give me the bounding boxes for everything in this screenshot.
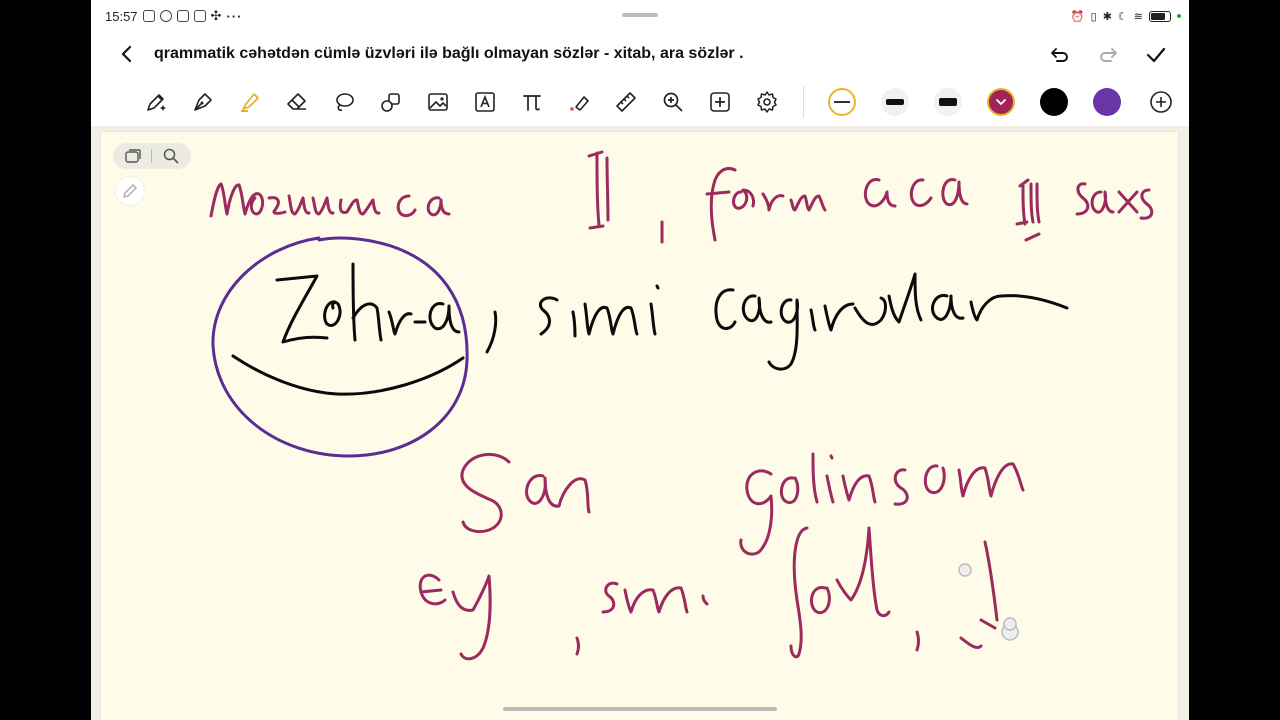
canvas-area <box>91 126 1189 720</box>
pages-icon[interactable] <box>124 148 142 164</box>
chevron-down-icon <box>996 99 1006 106</box>
page-mini-toolbar <box>113 143 191 169</box>
color-black-swatch[interactable] <box>1040 88 1068 116</box>
eraser-icon <box>287 93 306 110</box>
fountain-pen-tool[interactable] <box>189 88 217 116</box>
text-box-icon <box>475 92 495 112</box>
chevron-left-icon <box>121 45 132 63</box>
settings-tool[interactable] <box>753 88 781 116</box>
undo-button[interactable] <box>1047 42 1073 68</box>
math-icon <box>523 95 541 111</box>
search-icon[interactable] <box>162 147 180 165</box>
ruler-tool[interactable] <box>612 88 640 116</box>
home-indicator[interactable] <box>503 707 777 711</box>
image-icon <box>428 93 448 111</box>
more-notifications: ··· <box>226 8 243 24</box>
pen-mode-button[interactable] <box>115 176 145 206</box>
add-icon <box>710 92 730 112</box>
stroke-medium-swatch[interactable] <box>881 88 909 116</box>
instagram-icon <box>142 10 155 22</box>
add-color-button[interactable] <box>1147 88 1175 116</box>
drawing-toolbar <box>91 78 1189 126</box>
shapes-tool[interactable] <box>377 88 405 116</box>
lasso-icon <box>336 93 354 111</box>
image-tool[interactable] <box>424 88 452 116</box>
eraser-tool[interactable] <box>283 88 311 116</box>
undo-icon <box>1051 48 1068 62</box>
laser-pointer-icon <box>570 96 589 111</box>
battery-icon <box>1149 10 1171 22</box>
instagram-icon <box>176 10 189 22</box>
text-box-tool[interactable] <box>471 88 499 116</box>
color-purple-swatch[interactable] <box>1093 88 1121 116</box>
add-page-tool[interactable] <box>706 88 734 116</box>
toolbar-divider <box>803 86 804 118</box>
laser-pointer-tool[interactable] <box>565 88 593 116</box>
status-right: ⏰ ▯ ✱ ☾ ≋ <box>1071 10 1181 23</box>
pull-handle[interactable] <box>622 13 658 17</box>
highlighter-tool[interactable] <box>236 88 264 116</box>
fountain-pen-icon <box>194 93 212 111</box>
pencil-icon <box>123 184 137 198</box>
highlighter-icon <box>241 93 259 112</box>
note-title[interactable]: qrammatik cəhətdən cümlə üzvləri ilə bağ… <box>154 45 744 63</box>
zoom-tool[interactable] <box>659 88 687 116</box>
ruler-icon <box>616 92 636 112</box>
mini-separator <box>151 149 153 163</box>
thick-line-icon <box>939 98 957 106</box>
color-magenta-swatch[interactable] <box>987 88 1015 116</box>
thin-line-icon <box>834 101 850 103</box>
title-actions <box>1047 42 1169 68</box>
instagram-icon <box>193 10 206 22</box>
zoom-icon <box>663 92 683 112</box>
add-circle-icon <box>1150 91 1172 113</box>
ai-pen-tool[interactable] <box>142 88 170 116</box>
moon-icon: ☾ <box>1117 10 1128 23</box>
alarm-icon: ⏰ <box>1070 10 1085 23</box>
stroke-thick-swatch[interactable] <box>934 88 962 116</box>
vibrate-icon: ▯ <box>1090 10 1097 23</box>
clock: 15:57 <box>105 8 138 24</box>
bluetooth-icon: ✱ <box>1102 10 1112 23</box>
redo-button[interactable] <box>1095 42 1121 68</box>
note-page[interactable] <box>101 132 1178 720</box>
privacy-dot <box>1177 14 1181 18</box>
fan-icon: ✣ <box>210 8 222 23</box>
check-icon <box>1146 47 1166 63</box>
done-button[interactable] <box>1143 42 1169 68</box>
lasso-tool[interactable] <box>330 88 358 116</box>
stroke-thin-swatch[interactable] <box>828 88 856 116</box>
status-left: 15:57 ✣ ··· <box>105 8 242 24</box>
shapes-icon <box>381 93 400 112</box>
redo-icon <box>1100 48 1117 62</box>
title-bar: qrammatik cəhətdən cümlə üzvləri ilə bağ… <box>91 32 1189 78</box>
medium-line-icon <box>886 99 904 105</box>
pen-ai-icon <box>147 94 166 111</box>
back-button[interactable] <box>115 42 139 66</box>
wifi-icon: ≋ <box>1133 10 1143 23</box>
whatsapp-icon <box>159 10 172 22</box>
note-app-window: 15:57 ✣ ··· ⏰ ▯ ✱ ☾ ≋ qrammatik cəhətdən… <box>91 0 1189 720</box>
settings-icon <box>757 91 777 113</box>
math-tool[interactable] <box>518 88 546 116</box>
